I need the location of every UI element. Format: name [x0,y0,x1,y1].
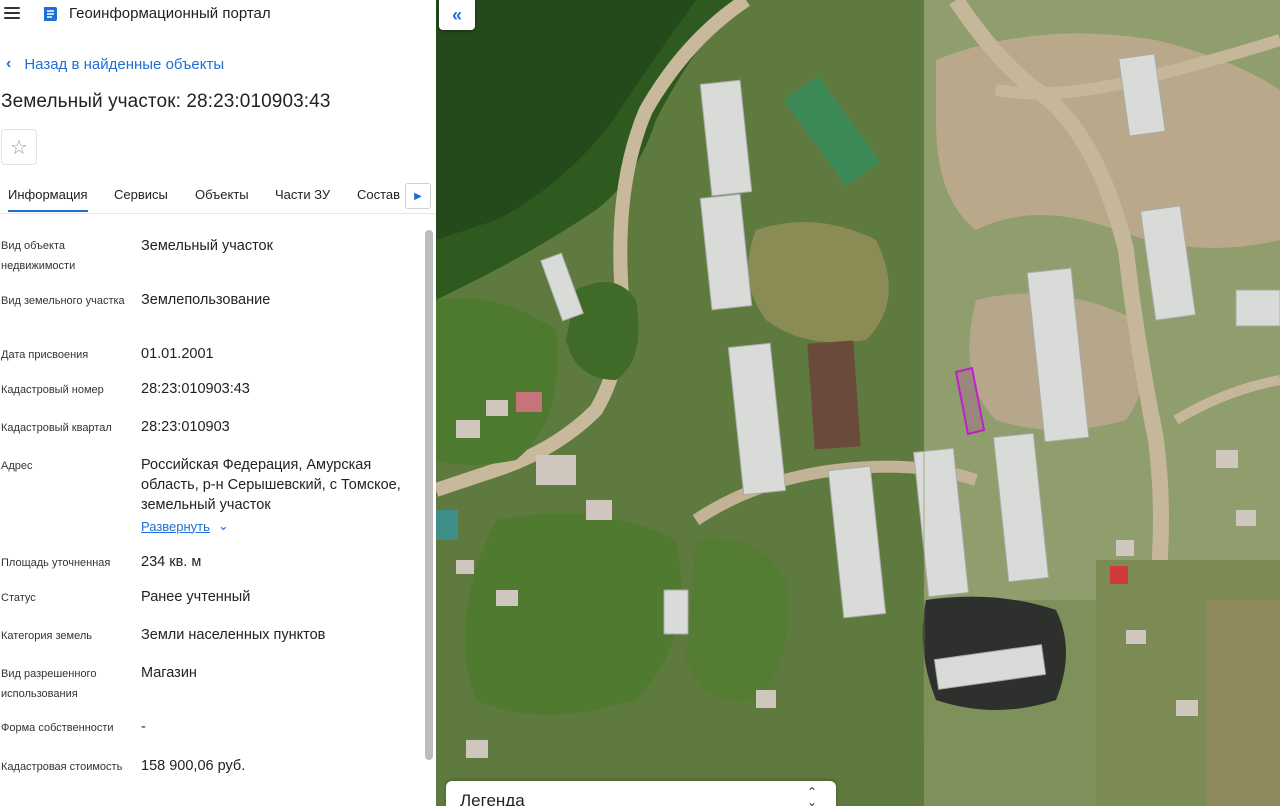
property-value: Землепользование [141,292,271,308]
property-label: Статус [1,592,36,604]
property-label: Кадастровый квартал [1,422,112,434]
property-value: 28:23:010903 [141,419,230,435]
chevron-left-icon: ‹ [6,55,12,72]
property-label: Вид земельного участка [1,295,125,307]
property-value: Земли населенных пунктов [141,627,326,643]
tab-information[interactable]: Информация [8,187,88,212]
property-label: Адрес [1,460,33,472]
star-outline-icon: ☆ [10,136,28,159]
info-panel: Геоинформационный портал ‹ Назад в найде… [0,0,436,806]
double-chevron-left-icon: « [451,4,462,25]
back-link-label: Назад в найденные объекты [24,55,225,73]
portal-logo-icon [44,7,57,21]
favorite-button[interactable]: ☆ [1,129,37,165]
legend-title: Легенда [460,791,525,806]
property-label: Дата присвоения [1,349,89,361]
property-value: Земельный участок [141,238,273,254]
property-value: 158 900,06 руб. [141,758,246,774]
collapse-panel-button[interactable]: « [439,0,475,30]
address-value: Российская Федерация, Амурская область, … [141,457,401,513]
hamburger-menu-icon[interactable] [4,4,22,22]
legend-panel[interactable]: Легенда ⌃ ⌄ [446,781,836,806]
tab-services[interactable]: Сервисы [114,187,168,202]
property-label: Форма собственности [1,722,114,734]
panel-scrollbar[interactable] [425,230,433,760]
tab-composition[interactable]: Состав [357,187,400,202]
property-value: Магазин [141,665,197,681]
property-list: Вид объекта недвижимости Земельный участ… [0,214,422,806]
chevron-down-icon: ⌄ [217,518,229,533]
tab-bar: Информация Сервисы Объекты Части ЗУ Сост… [0,178,436,214]
chevron-right-icon: ▶ [414,190,422,202]
property-label: Вид объекта недвижимости [1,240,76,272]
property-value: 234 кв. м [141,554,202,570]
tab-scroll-right-button[interactable]: ▶ [405,183,431,209]
property-label: Категория земель [1,630,92,642]
map-view[interactable] [436,0,1280,806]
property-label: Площадь уточненная [1,557,111,569]
property-label: Кадастровая стоимость [1,761,123,773]
property-value: 01.01.2001 [141,346,214,362]
tab-objects[interactable]: Объекты [195,187,249,202]
property-label: Кадастровый номер [1,384,104,396]
page-title: Земельный участок: 28:23:010903:43 [1,91,331,112]
expand-link-label: Развернуть [141,518,210,534]
property-label: Вид разрешенного использования [1,668,97,700]
tab-parcel-parts[interactable]: Части ЗУ [275,187,330,202]
top-bar: Геоинформационный портал [0,0,436,30]
back-to-results-link[interactable]: ‹ Назад в найденные объекты [6,55,224,73]
property-value: 28:23:010903:43 [141,381,250,397]
property-value: - [141,719,146,735]
satellite-imagery [436,0,1280,806]
expand-collapse-icon[interactable]: ⌃ ⌄ [802,786,822,806]
property-value: Ранее учтенный [141,589,251,605]
app-title: Геоинформационный портал [69,5,271,22]
expand-address-link[interactable]: Развернуть ⌄ [141,518,229,534]
